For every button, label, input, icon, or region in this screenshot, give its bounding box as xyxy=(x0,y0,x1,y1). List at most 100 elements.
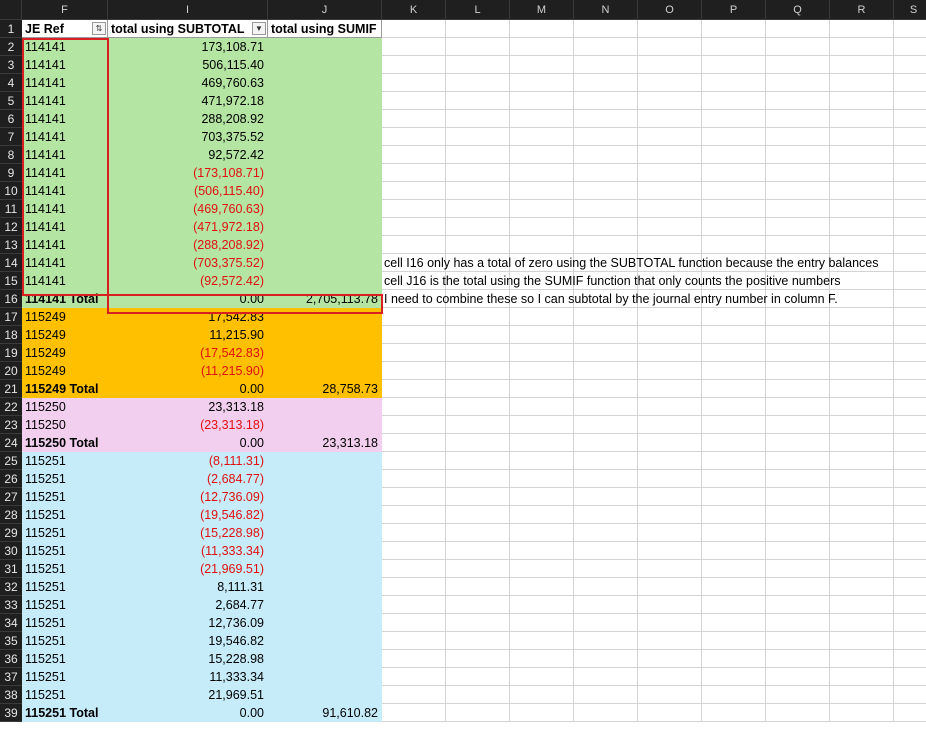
cell[interactable] xyxy=(638,542,702,560)
cell[interactable] xyxy=(446,650,510,668)
sumif-cell[interactable] xyxy=(268,164,382,182)
cell[interactable] xyxy=(830,632,894,650)
cell[interactable] xyxy=(766,38,830,56)
sumif-cell[interactable] xyxy=(268,614,382,632)
column-header-r[interactable]: R xyxy=(830,0,894,20)
column-header-o[interactable]: O xyxy=(638,0,702,20)
cell[interactable] xyxy=(638,146,702,164)
cell[interactable] xyxy=(574,632,638,650)
je-ref-cell[interactable]: 115251 xyxy=(22,560,108,578)
cell[interactable] xyxy=(894,704,926,722)
cell[interactable] xyxy=(894,686,926,704)
cell[interactable] xyxy=(446,398,510,416)
cell[interactable] xyxy=(702,326,766,344)
sumif-cell[interactable] xyxy=(268,650,382,668)
cell[interactable] xyxy=(382,488,446,506)
cell[interactable] xyxy=(766,92,830,110)
cell[interactable] xyxy=(766,452,830,470)
cell[interactable] xyxy=(638,632,702,650)
cell[interactable] xyxy=(830,290,894,308)
row-header-32[interactable]: 32 xyxy=(0,578,22,596)
cell[interactable] xyxy=(830,650,894,668)
cell[interactable] xyxy=(702,38,766,56)
cell[interactable] xyxy=(830,578,894,596)
cell[interactable] xyxy=(894,290,926,308)
cell[interactable] xyxy=(510,686,574,704)
cell[interactable] xyxy=(510,398,574,416)
cell[interactable] xyxy=(894,452,926,470)
cell[interactable] xyxy=(510,380,574,398)
sumif-cell[interactable] xyxy=(268,110,382,128)
cell[interactable] xyxy=(702,632,766,650)
cell[interactable] xyxy=(510,362,574,380)
row-header-13[interactable]: 13 xyxy=(0,236,22,254)
cell[interactable] xyxy=(446,218,510,236)
sumif-cell[interactable] xyxy=(268,668,382,686)
je-ref-cell[interactable]: 115250 Total xyxy=(22,434,108,452)
cell[interactable] xyxy=(766,146,830,164)
row-header-39[interactable]: 39 xyxy=(0,704,22,722)
column-header-s[interactable]: S xyxy=(894,0,926,20)
cell[interactable] xyxy=(894,236,926,254)
sumif-cell[interactable] xyxy=(268,362,382,380)
cell[interactable] xyxy=(766,56,830,74)
cell[interactable] xyxy=(638,686,702,704)
cell[interactable] xyxy=(382,416,446,434)
cell[interactable] xyxy=(830,110,894,128)
row-header-27[interactable]: 27 xyxy=(0,488,22,506)
row-header-31[interactable]: 31 xyxy=(0,560,22,578)
cell[interactable] xyxy=(510,92,574,110)
cell[interactable] xyxy=(446,344,510,362)
cell[interactable] xyxy=(894,416,926,434)
subtotal-cell[interactable]: (8,111.31) xyxy=(108,452,268,470)
row-header-15[interactable]: 15 xyxy=(0,272,22,290)
je-ref-cell[interactable]: 115251 xyxy=(22,488,108,506)
sumif-cell[interactable] xyxy=(268,308,382,326)
cell[interactable] xyxy=(382,686,446,704)
cell[interactable] xyxy=(830,686,894,704)
cell[interactable] xyxy=(702,470,766,488)
cell[interactable] xyxy=(702,344,766,362)
je-ref-cell[interactable]: 115249 Total xyxy=(22,380,108,398)
cell[interactable] xyxy=(382,308,446,326)
cell[interactable] xyxy=(766,20,830,38)
cell[interactable] xyxy=(510,326,574,344)
subtotal-cell[interactable]: (703,375.52) xyxy=(108,254,268,272)
sumif-cell[interactable] xyxy=(268,560,382,578)
cell[interactable] xyxy=(446,686,510,704)
cell[interactable] xyxy=(894,650,926,668)
cell[interactable] xyxy=(574,110,638,128)
select-all-corner[interactable] xyxy=(0,0,22,20)
sumif-cell[interactable] xyxy=(268,182,382,200)
cell[interactable] xyxy=(766,578,830,596)
sumif-cell[interactable] xyxy=(268,506,382,524)
sumif-cell[interactable] xyxy=(268,596,382,614)
cell[interactable] xyxy=(894,92,926,110)
cell[interactable] xyxy=(702,308,766,326)
cell[interactable] xyxy=(574,650,638,668)
row-header-11[interactable]: 11 xyxy=(0,200,22,218)
cell[interactable] xyxy=(510,110,574,128)
cell[interactable] xyxy=(766,362,830,380)
je-ref-cell[interactable]: 114141 xyxy=(22,38,108,56)
cell[interactable] xyxy=(574,236,638,254)
subtotal-cell[interactable]: (11,215.90) xyxy=(108,362,268,380)
cell[interactable] xyxy=(510,128,574,146)
cell[interactable] xyxy=(702,182,766,200)
cell[interactable] xyxy=(702,218,766,236)
cell[interactable] xyxy=(446,326,510,344)
cell[interactable] xyxy=(830,470,894,488)
row-header-4[interactable]: 4 xyxy=(0,74,22,92)
cell[interactable] xyxy=(574,560,638,578)
je-ref-cell[interactable]: 114141 xyxy=(22,110,108,128)
cell[interactable] xyxy=(702,362,766,380)
cell[interactable] xyxy=(638,434,702,452)
cell[interactable] xyxy=(766,668,830,686)
cell[interactable] xyxy=(574,362,638,380)
cell[interactable] xyxy=(638,380,702,398)
cell[interactable] xyxy=(446,416,510,434)
cell[interactable] xyxy=(382,344,446,362)
cell[interactable] xyxy=(766,596,830,614)
je-ref-cell[interactable]: 114141 xyxy=(22,236,108,254)
subtotal-cell[interactable]: 703,375.52 xyxy=(108,128,268,146)
